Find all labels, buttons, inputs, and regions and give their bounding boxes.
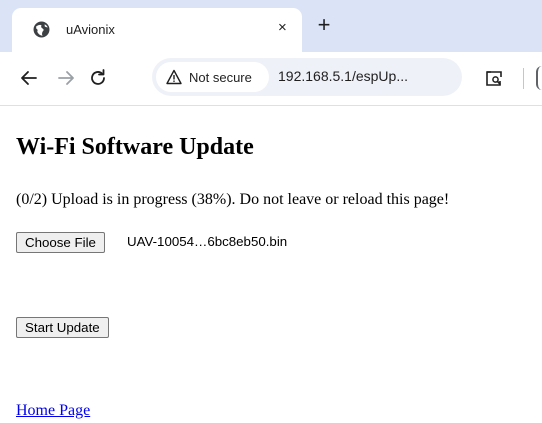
tab-close-icon[interactable]: × xyxy=(278,19,287,36)
security-label: Not secure xyxy=(189,70,252,85)
page-title: Wi-Fi Software Update xyxy=(16,134,254,160)
start-update-button[interactable]: Start Update xyxy=(16,317,109,338)
address-bar[interactable]: Not secure 192.168.5.1/espUp... xyxy=(152,58,462,96)
choose-file-button[interactable]: Choose File xyxy=(16,232,105,253)
new-tab-button[interactable]: + xyxy=(312,14,336,38)
search-page-icon[interactable] xyxy=(484,68,504,88)
browser-tab[interactable]: uAvionix × xyxy=(12,8,302,52)
back-arrow-icon[interactable] xyxy=(18,67,40,89)
tab-strip: uAvionix × + xyxy=(0,0,542,52)
selected-file-name: UAV-10054…6bc8eb50.bin xyxy=(127,234,288,249)
toolbar-divider xyxy=(523,68,524,89)
security-chip[interactable]: Not secure xyxy=(156,62,269,92)
upload-status: (0/2) Upload is in progress (38%). Do no… xyxy=(16,191,450,208)
profile-icon[interactable] xyxy=(536,66,542,90)
warning-triangle-icon xyxy=(166,69,182,85)
forward-arrow-icon[interactable] xyxy=(55,67,77,89)
home-page-link[interactable]: Home Page xyxy=(16,402,90,420)
url-text[interactable]: 192.168.5.1/espUp... xyxy=(278,68,408,84)
tab-title: uAvionix xyxy=(66,22,115,37)
reload-icon[interactable] xyxy=(87,67,109,89)
browser-toolbar: Not secure 192.168.5.1/espUp... xyxy=(0,52,542,106)
globe-icon xyxy=(33,21,50,38)
